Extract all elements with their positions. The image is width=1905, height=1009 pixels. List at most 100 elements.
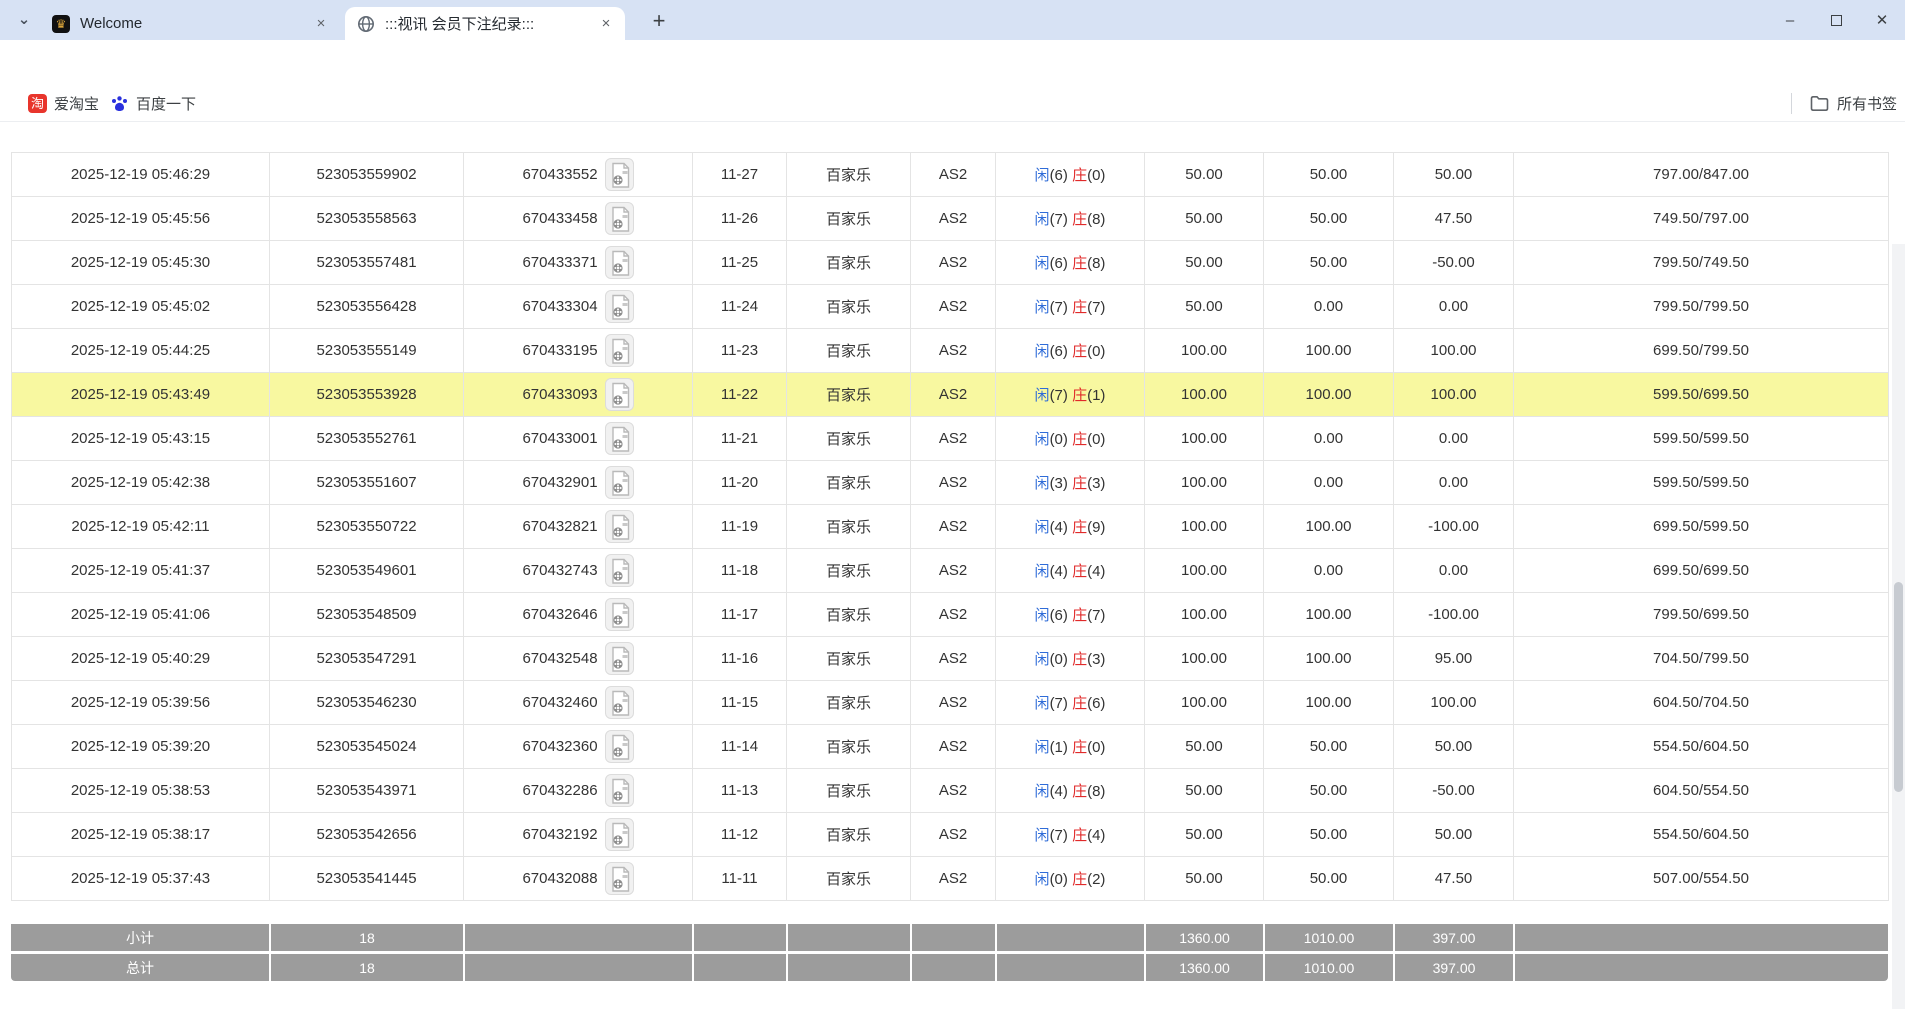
cell-result: 闲(4) 庄(8)	[996, 769, 1145, 813]
cell-game-id: 670433458	[464, 197, 693, 241]
game-id-text: 670433371	[522, 254, 597, 271]
all-bookmarks-button[interactable]: 所有书签	[1810, 91, 1897, 116]
cell-bet-amount: 50.00	[1145, 813, 1264, 857]
tab-bet-records[interactable]: :::视讯 会员下注纪录::: ×	[345, 7, 625, 40]
video-record-icon[interactable]	[605, 642, 634, 675]
summary-count: 18	[269, 924, 463, 951]
player-label: 闲	[1035, 475, 1050, 492]
video-record-icon[interactable]	[605, 774, 634, 807]
cell-winloss: 0.00	[1394, 549, 1514, 593]
cell-bet-amount: 100.00	[1145, 505, 1264, 549]
cell-game-id: 670432901	[464, 461, 693, 505]
summary-empty-cell	[910, 954, 995, 981]
video-record-icon[interactable]	[605, 598, 634, 631]
video-record-icon[interactable]	[605, 290, 634, 323]
new-tab-button[interactable]: +	[645, 8, 673, 36]
cell-valid-amount: 100.00	[1264, 373, 1394, 417]
cell-game: 百家乐	[787, 769, 911, 813]
player-score: (7)	[1050, 387, 1068, 404]
summary-empty-cell	[1513, 924, 1888, 951]
player-label: 闲	[1035, 607, 1050, 624]
summary-empty-cell	[786, 954, 910, 981]
maximize-button[interactable]	[1813, 0, 1859, 40]
video-record-icon[interactable]	[605, 378, 634, 411]
cell-bet-id: 523053557481	[270, 241, 464, 285]
cell-bet-id: 523053553928	[270, 373, 464, 417]
minimize-button[interactable]: –	[1767, 0, 1813, 40]
banker-label: 庄	[1072, 343, 1087, 360]
cell-game: 百家乐	[787, 813, 911, 857]
close-window-button[interactable]: ✕	[1859, 0, 1905, 40]
bookmark-baidu[interactable]: 百度一下	[110, 91, 196, 116]
cell-table: AS2	[911, 725, 996, 769]
taobao-icon: 淘	[28, 94, 47, 113]
close-tab-icon[interactable]: ×	[312, 15, 330, 33]
banker-score: (0)	[1087, 431, 1105, 448]
bet-records-page: 2025-12-19 05:46:29 523053559902 6704335…	[0, 122, 1905, 1009]
video-record-icon[interactable]	[605, 202, 634, 235]
cell-bet-amount: 100.00	[1145, 461, 1264, 505]
player-score: (6)	[1050, 343, 1068, 360]
cell-time: 2025-12-19 05:43:49	[12, 373, 270, 417]
player-label: 闲	[1035, 299, 1050, 316]
player-score: (7)	[1050, 827, 1068, 844]
video-record-icon[interactable]	[605, 730, 634, 763]
cell-table: AS2	[911, 329, 996, 373]
cell-bet-id: 523053543971	[270, 769, 464, 813]
summary-valid: 1010.00	[1263, 954, 1393, 981]
video-record-icon[interactable]	[605, 554, 634, 587]
bookmark-taobao[interactable]: 淘 爱淘宝	[28, 91, 99, 116]
video-record-icon[interactable]	[605, 422, 634, 455]
cell-result: 闲(7) 庄(6)	[996, 681, 1145, 725]
game-id-text: 670433195	[522, 342, 597, 359]
close-tab-icon[interactable]: ×	[597, 15, 615, 33]
summary-label: 小计	[11, 924, 269, 951]
cell-time: 2025-12-19 05:45:02	[12, 285, 270, 329]
cell-game: 百家乐	[787, 725, 911, 769]
table-row: 2025-12-19 05:45:30 523053557481 6704333…	[12, 241, 1889, 285]
game-id-text: 670433093	[522, 386, 597, 403]
scrollbar-thumb[interactable]	[1894, 582, 1903, 792]
video-record-icon[interactable]	[605, 334, 634, 367]
game-id-text: 670433304	[522, 298, 597, 315]
video-record-icon[interactable]	[605, 818, 634, 851]
cell-valid-amount: 100.00	[1264, 505, 1394, 549]
window-controls: – ✕	[1767, 0, 1905, 40]
cell-bet-amount: 100.00	[1145, 329, 1264, 373]
video-record-icon[interactable]	[605, 862, 634, 895]
banker-score: (7)	[1087, 607, 1105, 624]
video-record-icon[interactable]	[605, 466, 634, 499]
summary-row: 小计 18 1360.00 1010.00 397.00	[11, 924, 1888, 951]
cell-round: 11-25	[693, 241, 787, 285]
table-row: 2025-12-19 05:41:37 523053549601 6704327…	[12, 549, 1889, 593]
cell-table: AS2	[911, 461, 996, 505]
banker-label: 庄	[1072, 255, 1087, 272]
cell-valid-amount: 0.00	[1264, 285, 1394, 329]
cell-time: 2025-12-19 05:38:17	[12, 813, 270, 857]
tab-welcome[interactable]: ♛ Welcome ×	[40, 7, 340, 40]
player-score: (3)	[1050, 475, 1068, 492]
cell-bet-id: 523053547291	[270, 637, 464, 681]
video-record-icon[interactable]	[605, 510, 634, 543]
cell-valid-amount: 50.00	[1264, 241, 1394, 285]
page-scrollbar[interactable]	[1892, 244, 1905, 1009]
cell-round: 11-26	[693, 197, 787, 241]
cell-table: AS2	[911, 241, 996, 285]
cell-result: 闲(0) 庄(3)	[996, 637, 1145, 681]
tab-search-chevron-icon[interactable]: ⌄	[12, 9, 36, 33]
cell-winloss: 47.50	[1394, 197, 1514, 241]
table-row: 2025-12-19 05:39:56 523053546230 6704324…	[12, 681, 1889, 725]
video-record-icon[interactable]	[605, 158, 634, 191]
cell-game-id: 670433195	[464, 329, 693, 373]
cell-game-id: 670432821	[464, 505, 693, 549]
bookmarks-bar: 淘 爱淘宝 百度一下 所有书签	[0, 85, 1905, 122]
cell-valid-amount: 50.00	[1264, 153, 1394, 197]
cell-balance: 799.50/799.50	[1514, 285, 1889, 329]
video-record-icon[interactable]	[605, 246, 634, 279]
cell-bet-id: 523053555149	[270, 329, 464, 373]
video-record-icon[interactable]	[605, 686, 634, 719]
player-score: (7)	[1050, 211, 1068, 228]
cell-bet-amount: 100.00	[1145, 593, 1264, 637]
cell-balance: 704.50/799.50	[1514, 637, 1889, 681]
bet-table-body: 2025-12-19 05:46:29 523053559902 6704335…	[12, 153, 1889, 901]
